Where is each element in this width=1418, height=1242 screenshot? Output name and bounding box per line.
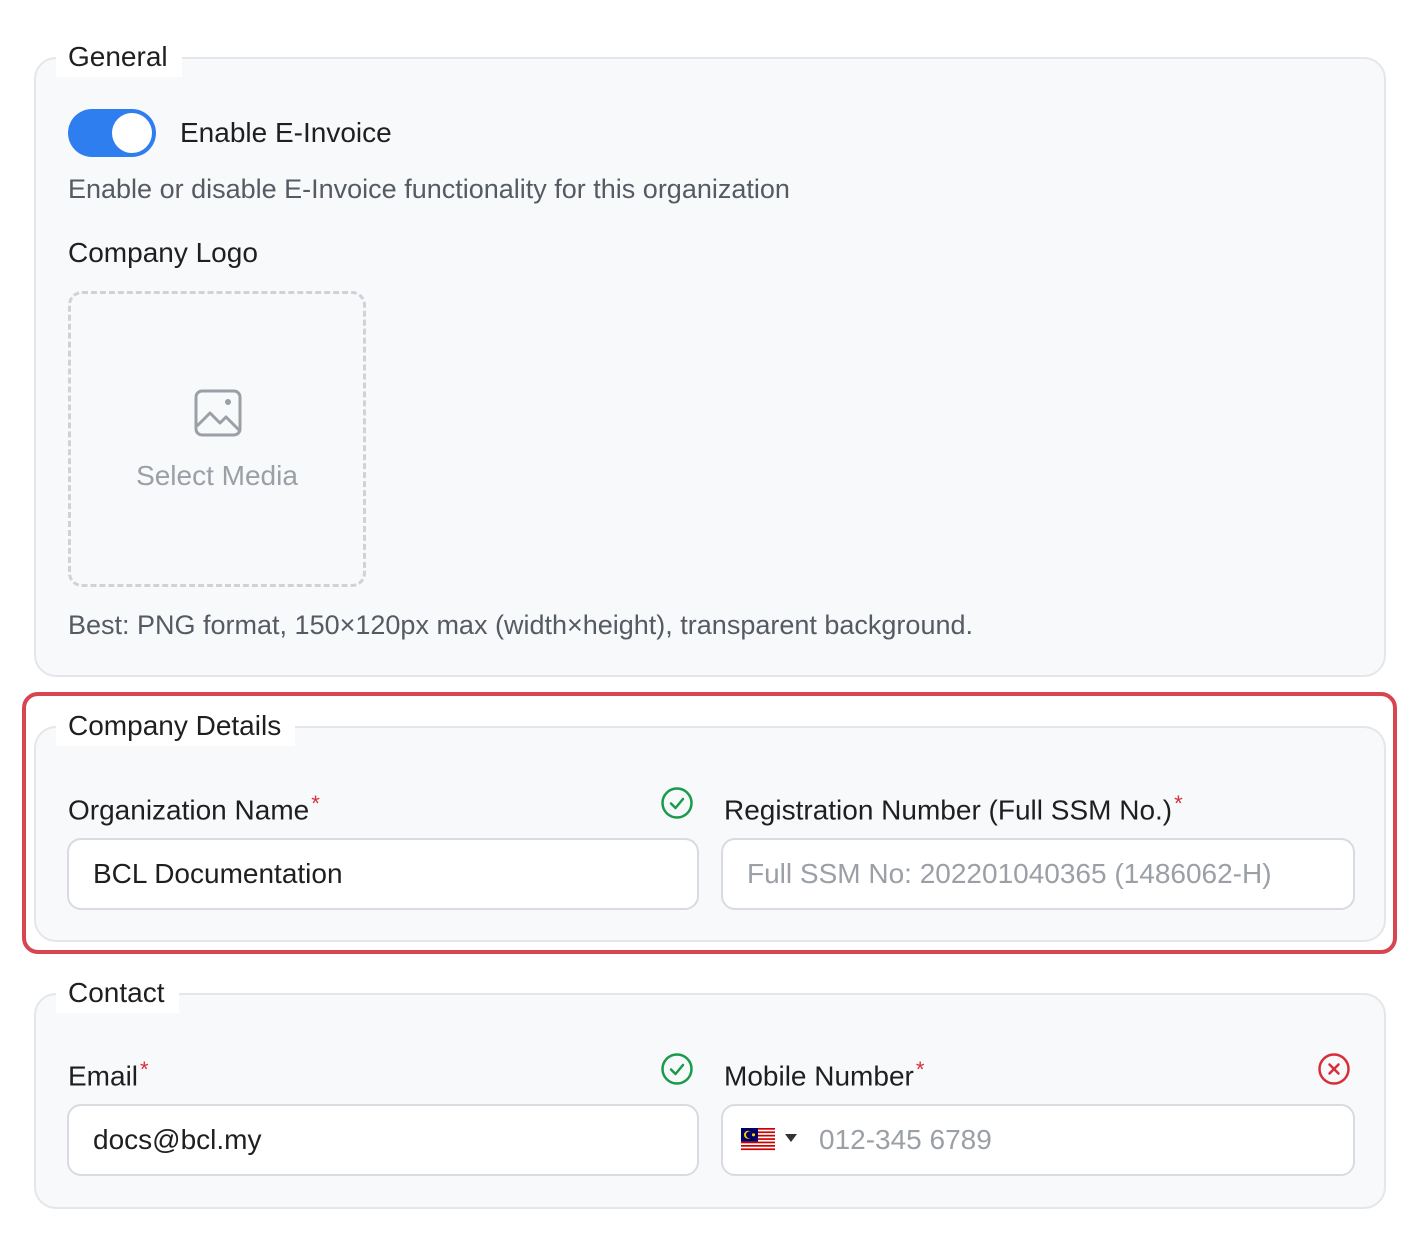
required-mark: * (915, 1057, 925, 1082)
general-section: General Enable E-Invoice Enable or disab… (34, 37, 1386, 677)
mobile-number-label: Mobile Number* (724, 1048, 924, 1096)
mobile-number-label-text: Mobile Number (724, 1060, 914, 1092)
image-icon (194, 389, 242, 437)
logo-dropzone[interactable]: Select Media (68, 291, 366, 587)
email-label-text: Email (68, 1060, 139, 1092)
check-circle-icon (661, 1053, 693, 1085)
required-mark: * (311, 791, 320, 816)
toggle-knob (112, 113, 152, 153)
country-code-selector[interactable] (723, 1106, 811, 1174)
registration-number-label-text: Registration Number (Full SSM No.) (724, 794, 1173, 826)
organization-name-label-text: Organization Name (68, 794, 310, 826)
logo-hint: Best: PNG format, 150×120px max (width×h… (68, 610, 973, 640)
contact-legend: Contact (56, 973, 179, 1013)
check-circle-icon (661, 787, 693, 819)
einvoice-description: Enable or disable E-Invoice functionalit… (68, 174, 790, 204)
required-mark: * (140, 1057, 149, 1082)
chevron-down-icon (785, 1134, 797, 1142)
company-details-legend: Company Details (56, 706, 296, 746)
general-legend: General (56, 37, 182, 77)
company-details-section: Company Details Organization Name* BCL D… (34, 706, 1386, 942)
registration-number-label: Registration Number (Full SSM No.)* (724, 782, 1183, 830)
mobile-number-placeholder: 012-345 6789 (819, 1124, 992, 1155)
registration-number-input[interactable]: Full SSM No: 202201040365 (1486062-H) (721, 838, 1355, 910)
contact-section: Contact Email* docs@bcl.my Mobile Number… (34, 973, 1386, 1209)
enable-einvoice-toggle[interactable] (68, 109, 156, 157)
error-circle-icon (1318, 1053, 1350, 1085)
company-logo-label: Company Logo (68, 237, 258, 268)
mobile-number-input[interactable]: 012-345 6789 (721, 1104, 1355, 1176)
organization-name-label: Organization Name* (68, 782, 320, 830)
malaysia-flag-icon (741, 1128, 775, 1152)
select-media-text: Select Media (136, 460, 298, 491)
required-mark: * (1174, 791, 1183, 816)
organization-name-input[interactable]: BCL Documentation (67, 838, 699, 910)
enable-einvoice-label: Enable E-Invoice (180, 117, 392, 148)
email-input[interactable]: docs@bcl.my (67, 1104, 699, 1176)
email-label: Email* (68, 1048, 149, 1096)
